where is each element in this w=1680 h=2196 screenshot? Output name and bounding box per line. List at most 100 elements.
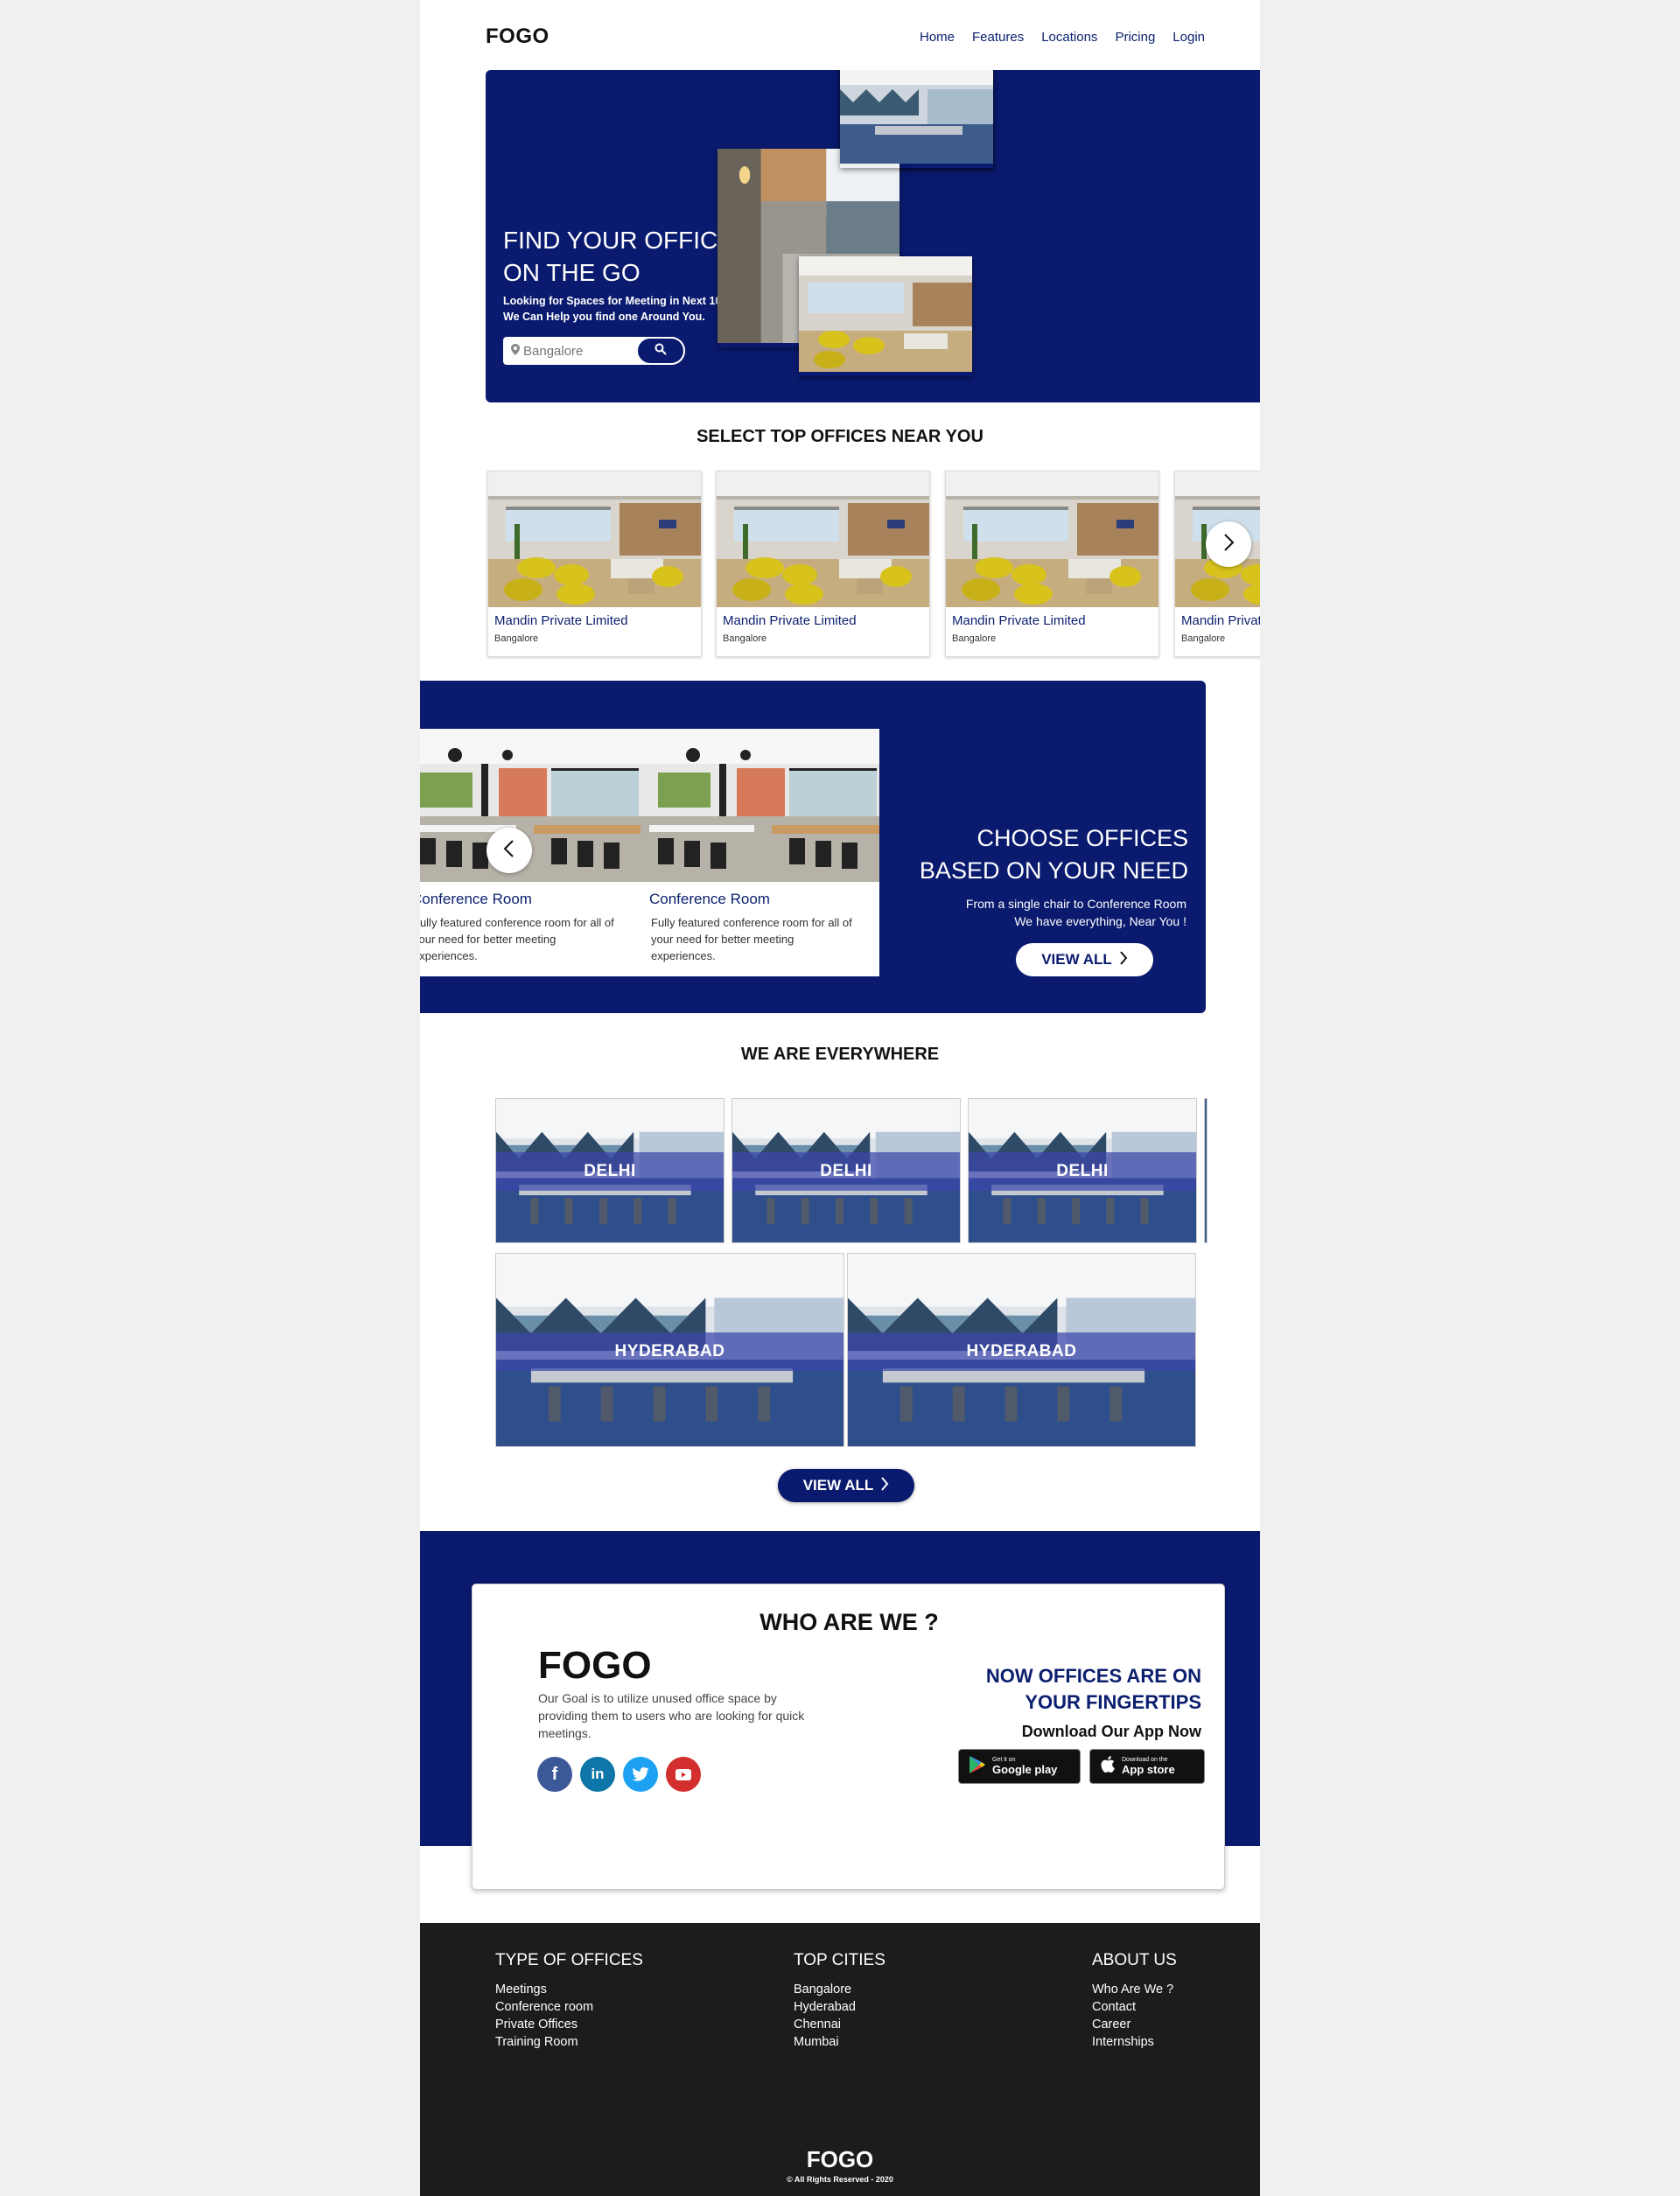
city-tile[interactable]: DELHI: [495, 1098, 724, 1243]
conference-card-desc: Fully featured conference room for all o…: [651, 916, 852, 962]
who-description: Our Goal is to utilize unused office spa…: [538, 1691, 805, 1740]
hero-photo-lounge: [799, 256, 972, 376]
chevron-left-icon: [503, 839, 515, 863]
footer-link[interactable]: Private Offices: [495, 2016, 643, 2033]
choose-subtitle: From a single chair to Conference Room W…: [906, 895, 1186, 930]
city-tile-partial: [1204, 1098, 1208, 1243]
hero-title: FIND YOUR OFFICE ON THE GO: [503, 224, 734, 289]
conference-card-title: Conference Room: [649, 891, 770, 907]
app-store-button[interactable]: Download on the App store: [1089, 1749, 1205, 1784]
footer-link[interactable]: Training Room: [495, 2033, 643, 2051]
hero-photo-meeting-room-top: [840, 70, 993, 168]
conference-card-image: [420, 729, 641, 882]
choose-view-all-button[interactable]: VIEW ALL: [1016, 943, 1153, 976]
conference-card-desc: Fully featured conference room for all o…: [420, 916, 614, 962]
office-card-name: Mandin Private Limited: [723, 613, 857, 628]
footer-link[interactable]: Conference room: [495, 1998, 643, 2016]
footer-link[interactable]: Hyderabad: [794, 1998, 886, 2016]
search-icon: [654, 343, 667, 360]
google-play-icon: [970, 1755, 985, 1778]
city-tile[interactable]: HYDERABAD: [847, 1253, 1196, 1447]
office-card-name: Mandin Private Limited: [952, 613, 1086, 628]
logo[interactable]: FOGO: [486, 24, 550, 49]
everywhere-view-all-button[interactable]: VIEW ALL: [778, 1469, 914, 1502]
fingertips-line2: YOUR FINGERTIPS: [1025, 1691, 1201, 1713]
city-tile[interactable]: DELHI: [968, 1098, 1197, 1243]
city-tile-label: HYDERABAD: [848, 1332, 1195, 1371]
footer-link[interactable]: Who Are We ?: [1092, 1981, 1177, 1998]
footer-link[interactable]: Contact: [1092, 1998, 1177, 2016]
fingertips-line1: NOW OFFICES ARE ON: [985, 1665, 1201, 1687]
everywhere-view-all-label: VIEW ALL: [802, 1477, 874, 1493]
office-card-city: Bangalore: [494, 633, 539, 644]
carousel-prev-button[interactable]: [486, 828, 532, 873]
location-search-input[interactable]: [523, 343, 626, 359]
hero-subtitle-line2: We Can Help you find one Around You.: [503, 311, 705, 323]
location-pin-icon: [511, 344, 523, 358]
office-card[interactable]: Mandin Private Limited Bangalore: [716, 471, 930, 657]
footer-link[interactable]: Bangalore: [794, 1981, 886, 1998]
city-tile-label: DELHI: [732, 1152, 960, 1191]
city-tile-label: HYDERABAD: [496, 1332, 844, 1371]
top-offices-title: SELECT TOP OFFICES NEAR YOU: [696, 427, 984, 446]
office-card-city: Bangalore: [723, 633, 767, 644]
choose-subtitle-line1: From a single chair to Conference Room: [965, 897, 1186, 911]
who-are-we-card: WHO ARE WE ? FOGO Our Goal is to utilize…: [472, 1584, 1225, 1890]
carousel-next-button[interactable]: [1206, 521, 1251, 567]
footer-column-about: ABOUT US Who Are We ? Contact Career Int…: [1092, 1951, 1177, 2051]
office-card-image: [488, 472, 701, 607]
office-card[interactable]: Mandin Private Limited Bangalore: [487, 471, 702, 657]
office-card[interactable]: Mandin Private Limited Bangalore: [945, 471, 1159, 657]
office-card-name: Mandin Private Limited: [494, 613, 628, 628]
linkedin-icon[interactable]: in: [580, 1757, 615, 1792]
facebook-icon[interactable]: f: [537, 1757, 572, 1792]
hero-title-line1: FIND YOUR OFFICE: [503, 227, 734, 254]
chevron-right-icon: [1119, 950, 1128, 970]
search-button[interactable]: [636, 337, 685, 365]
footer: TYPE OF OFFICES Meetings Conference room…: [420, 1923, 1260, 2196]
city-tile-label: DELHI: [969, 1152, 1196, 1191]
chevron-right-icon: [1222, 533, 1235, 556]
nav-login[interactable]: Login: [1172, 30, 1205, 45]
conference-card-image: [640, 729, 879, 882]
office-card-city: Bangalore: [952, 633, 997, 644]
chevron-right-icon: [880, 1476, 889, 1496]
who-logo: FOGO: [538, 1644, 652, 1687]
nav-home[interactable]: Home: [920, 30, 955, 45]
nav-locations[interactable]: Locations: [1041, 30, 1097, 45]
choose-view-all-label: VIEW ALL: [1041, 951, 1112, 968]
nav-pricing[interactable]: Pricing: [1115, 30, 1155, 45]
choose-offices-section: Conference Room Fully featured conferenc…: [420, 681, 1206, 1013]
fingertips-heading: NOW OFFICES ARE ON YOUR FINGERTIPS: [921, 1663, 1201, 1716]
footer-column-types: TYPE OF OFFICES Meetings Conference room…: [495, 1951, 643, 2051]
apple-icon: [1101, 1756, 1115, 1777]
who-title: WHO ARE WE ?: [760, 1609, 939, 1635]
footer-heading: TYPE OF OFFICES: [495, 1951, 643, 1969]
choose-title: CHOOSE OFFICES BASED ON YOUR NEED: [908, 822, 1188, 887]
nav-features[interactable]: Features: [972, 30, 1024, 45]
app-store-big: App store: [1122, 1763, 1175, 1776]
city-tile[interactable]: DELHI: [732, 1098, 961, 1243]
footer-link[interactable]: Internships: [1092, 2033, 1177, 2051]
city-tile-label: DELHI: [496, 1152, 724, 1191]
footer-link[interactable]: Career: [1092, 2016, 1177, 2033]
footer-column-cities: TOP CITIES Bangalore Hyderabad Chennai M…: [794, 1951, 886, 2051]
office-card-name: Mandin Private Limited: [1181, 613, 1260, 628]
hero-title-line2: ON THE GO: [503, 259, 640, 286]
footer-heading: ABOUT US: [1092, 1951, 1177, 1969]
city-tile[interactable]: HYDERABAD: [495, 1253, 844, 1447]
choose-title-line1: CHOOSE OFFICES: [976, 825, 1188, 851]
footer-logo: FOGO: [806, 2146, 874, 2172]
youtube-icon[interactable]: [666, 1757, 701, 1792]
main-nav: Home Features Locations Pricing Login: [920, 30, 1205, 45]
footer-link[interactable]: Meetings: [495, 1981, 643, 1998]
footer-link[interactable]: Mumbai: [794, 2033, 886, 2051]
download-app-label: Download Our App Now: [1021, 1723, 1201, 1740]
footer-heading: TOP CITIES: [794, 1951, 886, 1969]
twitter-icon[interactable]: [623, 1757, 658, 1792]
location-search: [503, 337, 685, 365]
conference-card[interactable]: Conference Room Fully featured conferenc…: [640, 729, 879, 976]
footer-link[interactable]: Chennai: [794, 2016, 886, 2033]
google-play-button[interactable]: Get it on Google play: [958, 1749, 1081, 1784]
hero-banner: FIND YOUR OFFICE ON THE GO Looking for S…: [486, 70, 1260, 402]
